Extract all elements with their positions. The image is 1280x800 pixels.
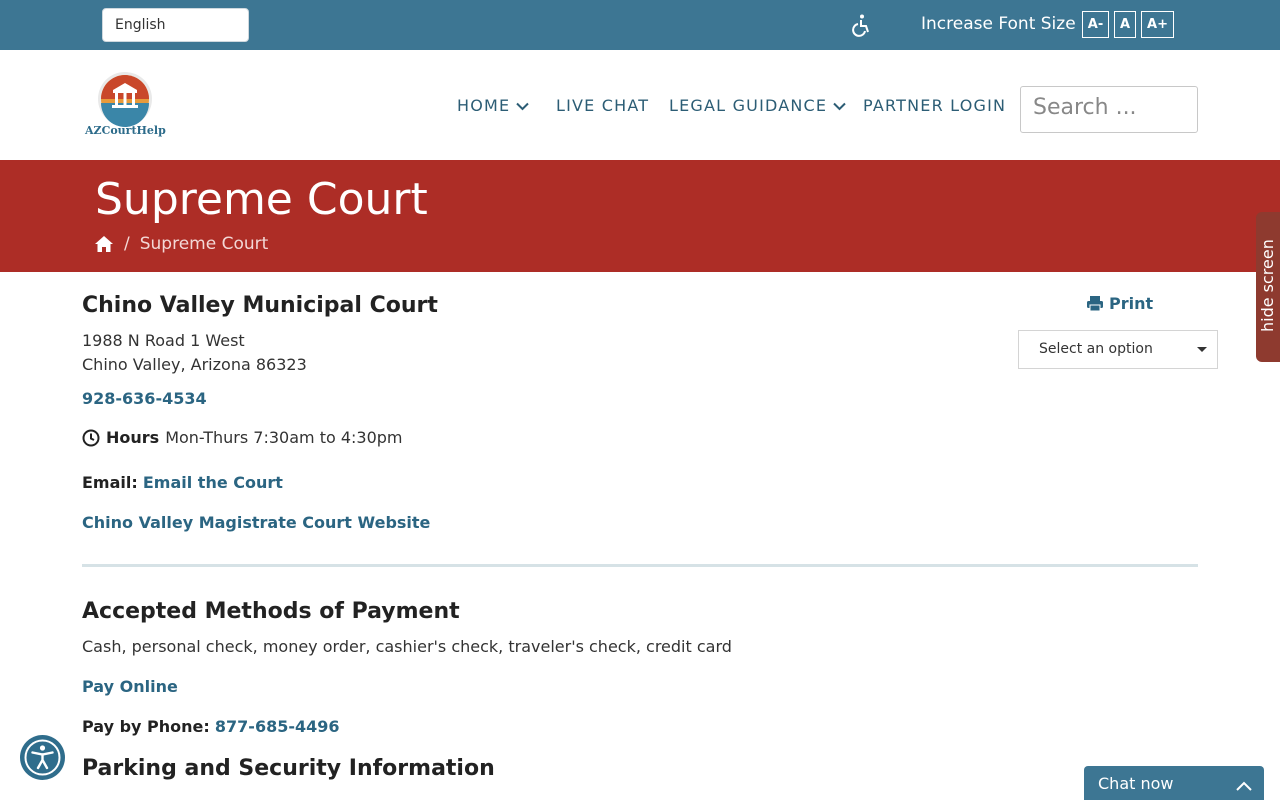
chevron-up-icon (1236, 776, 1252, 795)
breadcrumb-current: Supreme Court (139, 234, 269, 254)
chevron-down-icon (516, 96, 530, 115)
breadcrumb: / Supreme Court (94, 234, 268, 254)
nav-partner-login[interactable]: PARTNER LOGIN (863, 96, 1006, 115)
accessibility-button[interactable] (20, 735, 65, 780)
chat-now-widget[interactable]: Chat now (1084, 766, 1264, 800)
court-name: Chino Valley Municipal Court (82, 293, 438, 318)
hide-screen-label: hide screen (1258, 239, 1277, 332)
pay-online-link[interactable]: Pay Online (82, 677, 178, 696)
print-label: Print (1109, 294, 1154, 313)
pay-phone-label: Pay by Phone: (82, 717, 210, 736)
accessibility-person-icon (24, 739, 61, 776)
pay-phone-number-link[interactable]: 877-685-4496 (215, 717, 340, 736)
nav-home-label: HOME (457, 96, 511, 115)
chat-now-label: Chat now (1098, 774, 1174, 793)
hours-value: Mon-Thurs 7:30am to 4:30pm (165, 428, 403, 447)
reset-font-button[interactable]: A (1114, 11, 1136, 38)
address-line-2: Chino Valley, Arizona 86323 (82, 355, 307, 374)
pay-by-phone: Pay by Phone: 877-685-4496 (82, 717, 340, 736)
top-utility-bar: English Increase Font Size A- A A+ (0, 0, 1280, 50)
court-phone-link[interactable]: 928-636-4534 (82, 389, 207, 408)
section-divider (82, 564, 1198, 567)
wheelchair-icon[interactable] (850, 13, 874, 37)
logo-text: AZCourtHelp (85, 124, 166, 137)
page-title-banner: Supreme Court / Supreme Court (0, 160, 1280, 272)
payment-methods-text: Cash, personal check, money order, cashi… (82, 637, 732, 656)
nav-legal-guidance-label: LEGAL GUIDANCE (669, 96, 828, 115)
court-website-link[interactable]: Chino Valley Magistrate Court Website (82, 513, 430, 532)
site-header: AZCourtHelp HOME LIVE CHAT LEGAL GUIDANC… (0, 50, 1280, 160)
hours-label: Hours (106, 428, 160, 447)
nav-legal-guidance[interactable]: LEGAL GUIDANCE (669, 96, 846, 115)
court-email: Email: Email the Court (82, 473, 283, 492)
address-line-1: 1988 N Road 1 West (82, 331, 245, 350)
option-select-value: Select an option (1039, 341, 1153, 357)
payment-section-title: Accepted Methods of Payment (82, 599, 460, 624)
print-button[interactable]: Print (1086, 294, 1153, 313)
court-hours: Hours Mon-Thurs 7:30am to 4:30pm (82, 428, 403, 447)
breadcrumb-separator: / (124, 234, 130, 254)
language-select[interactable]: English (102, 8, 249, 42)
printer-icon (1087, 296, 1103, 312)
hide-screen-tab[interactable]: hide screen (1256, 212, 1280, 362)
email-court-link[interactable]: Email the Court (143, 473, 283, 492)
nav-home[interactable]: HOME (457, 96, 530, 115)
parking-section-title: Parking and Security Information (82, 756, 495, 781)
decrease-font-button[interactable]: A- (1082, 11, 1109, 38)
caret-down-icon (1197, 347, 1207, 352)
increase-font-size-label: Increase Font Size (921, 14, 1076, 34)
email-label: Email: (82, 473, 138, 492)
increase-font-button[interactable]: A+ (1141, 11, 1174, 38)
home-icon[interactable] (94, 235, 114, 253)
search-input[interactable]: Search ... (1020, 86, 1198, 133)
chevron-down-icon (833, 96, 846, 115)
option-select[interactable]: Select an option (1018, 330, 1218, 369)
page-title: Supreme Court (95, 174, 428, 225)
nav-live-chat[interactable]: LIVE CHAT (556, 96, 649, 115)
clock-icon (82, 429, 100, 446)
